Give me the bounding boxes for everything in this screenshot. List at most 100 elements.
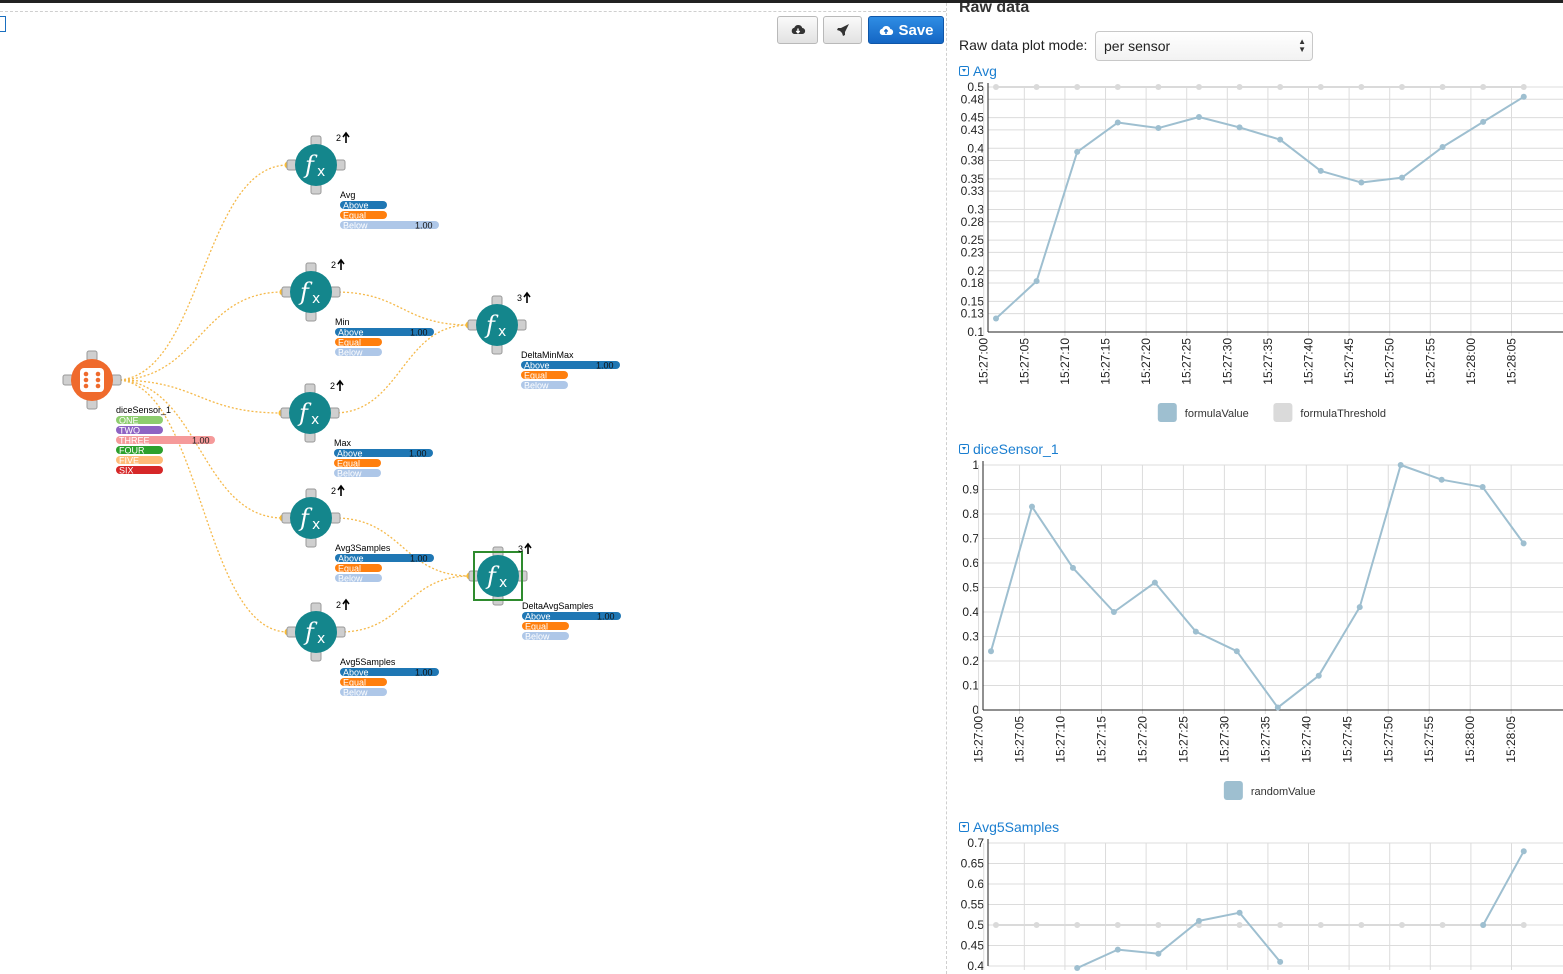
dice-pip: [83, 371, 89, 377]
state-label: Below: [525, 632, 550, 642]
node-count: 2: [331, 486, 336, 496]
node-count: 2: [336, 600, 341, 610]
state-label: Below: [524, 381, 549, 391]
x-tick-label: 15:27:20: [1135, 716, 1149, 763]
y-tick-label: 0.7: [967, 836, 984, 850]
data-point: [1195, 917, 1202, 924]
legend-swatch: [1223, 781, 1243, 800]
x-tick-label: 15:27:30: [1220, 338, 1234, 385]
x-tick-label: 15:27:45: [1340, 716, 1354, 763]
data-point: [1520, 848, 1527, 855]
node-name: Avg: [340, 190, 355, 200]
x-tick-label: 15:27:25: [1176, 716, 1190, 763]
x-tick-label: 15:27:10: [1058, 338, 1072, 385]
node-name: Max: [334, 438, 352, 448]
formula-node-avg3samples[interactable]: [290, 497, 332, 539]
legend-label: formulaThreshold: [1300, 408, 1386, 420]
data-point: [1192, 628, 1199, 635]
state-label: Above: [337, 449, 363, 459]
node-name: DeltaAvgSamples: [522, 601, 594, 611]
y-tick-label: 0.5: [962, 581, 979, 595]
y-tick-label: 0.6: [962, 556, 979, 570]
state-label: ONE: [119, 416, 139, 426]
data-point: [1356, 604, 1363, 611]
legend-swatch: [1273, 403, 1293, 422]
node-name: Min: [335, 317, 350, 327]
y-tick-label: 0.18: [961, 276, 985, 290]
link-edge: [115, 164, 289, 381]
data-point: [993, 922, 999, 928]
state-label: Below: [343, 221, 368, 231]
output-arrow-icon: [524, 542, 532, 554]
fx-icon-x: x: [317, 164, 325, 180]
flow-graph[interactable]: diceSensor_1ONETWOTHREE 1.00FOURFIVESIXf x…: [0, 0, 946, 974]
y-tick-label: 0.48: [961, 92, 985, 106]
source-name: diceSensor_1: [116, 405, 171, 415]
output-arrow-icon: [523, 291, 531, 303]
data-point: [1033, 84, 1040, 90]
data-point: [1358, 179, 1365, 186]
dice-pip: [95, 377, 101, 383]
output-arrow-icon: [336, 379, 344, 391]
formula-node-deltaminmax[interactable]: [476, 304, 518, 346]
section-avg-toggle[interactable]: Avg: [959, 63, 997, 79]
plot-mode-select[interactable]: per sensor ▲ ▼: [1095, 31, 1313, 61]
y-tick-label: 0.55: [961, 898, 985, 912]
y-tick-label: 0.6: [967, 877, 984, 891]
legend-label: formulaValue: [1185, 408, 1249, 420]
y-tick-label: 0.65: [961, 857, 985, 871]
formula-node-avg5samples[interactable]: [295, 611, 337, 653]
section-avg5samples-toggle[interactable]: Avg5Samples: [959, 819, 1059, 835]
state-label: Equal: [524, 371, 547, 381]
dicesensor-chart: 10.90.80.70.60.50.40.30.20.1015:27:00 15:…: [962, 458, 1563, 800]
state-value: 1.00: [409, 449, 427, 459]
dice-icon: [80, 368, 104, 392]
output-arrow-icon: [337, 484, 345, 496]
state-label: TWO: [119, 426, 140, 436]
state-label: Above: [343, 668, 369, 678]
data-point: [1069, 564, 1076, 571]
data-point: [1277, 84, 1284, 90]
data-point: [1155, 950, 1162, 957]
state-label: Above: [525, 612, 551, 622]
fx-icon-x: x: [317, 631, 325, 647]
data-point: [1074, 922, 1081, 928]
x-tick-label: 15:27:55: [1423, 338, 1437, 385]
fx-icon-x: x: [311, 412, 319, 428]
data-point: [1439, 922, 1446, 928]
state-value: 1.00: [410, 554, 428, 564]
section-title: Avg: [973, 63, 997, 79]
data-point: [1277, 922, 1284, 928]
formula-node-min[interactable]: [290, 271, 332, 313]
data-point: [1398, 174, 1405, 181]
formula-node-deltaavgsamples[interactable]: [477, 555, 519, 597]
plot-mode-value: per sensor: [1104, 38, 1171, 54]
legend-label: randomValue: [1251, 786, 1316, 798]
data-point: [993, 84, 999, 90]
data-point: [1480, 118, 1487, 125]
y-tick-label: 0.4: [967, 959, 984, 973]
data-point: [1110, 609, 1117, 615]
data-point: [1520, 922, 1527, 928]
y-tick-label: 0.2: [962, 654, 979, 668]
node-name: DeltaMinMax: [521, 350, 574, 360]
fx-icon-x: x: [312, 291, 320, 307]
formula-node-avg[interactable]: [295, 144, 337, 186]
x-tick-label: 15:27:00: [977, 338, 991, 385]
state-label: Above: [524, 361, 550, 371]
x-tick-label: 15:28:05: [1504, 716, 1518, 763]
x-tick-label: 15:27:40: [1299, 716, 1313, 763]
data-point: [993, 315, 999, 322]
formula-node-max[interactable]: [289, 392, 331, 434]
data-point: [1195, 114, 1202, 121]
state-label: Below: [338, 574, 363, 584]
data-point: [1398, 922, 1405, 928]
x-tick-label: 15:27:00: [972, 716, 986, 763]
state-label: Above: [343, 201, 369, 211]
section-dicesensor-toggle[interactable]: diceSensor_1: [959, 441, 1059, 457]
collapse-icon: [959, 822, 969, 832]
dice-pip: [83, 383, 89, 389]
output-arrow-icon: [342, 598, 350, 610]
y-tick-label: 0.8: [962, 507, 979, 521]
x-tick-label: 15:27:15: [1099, 338, 1113, 385]
